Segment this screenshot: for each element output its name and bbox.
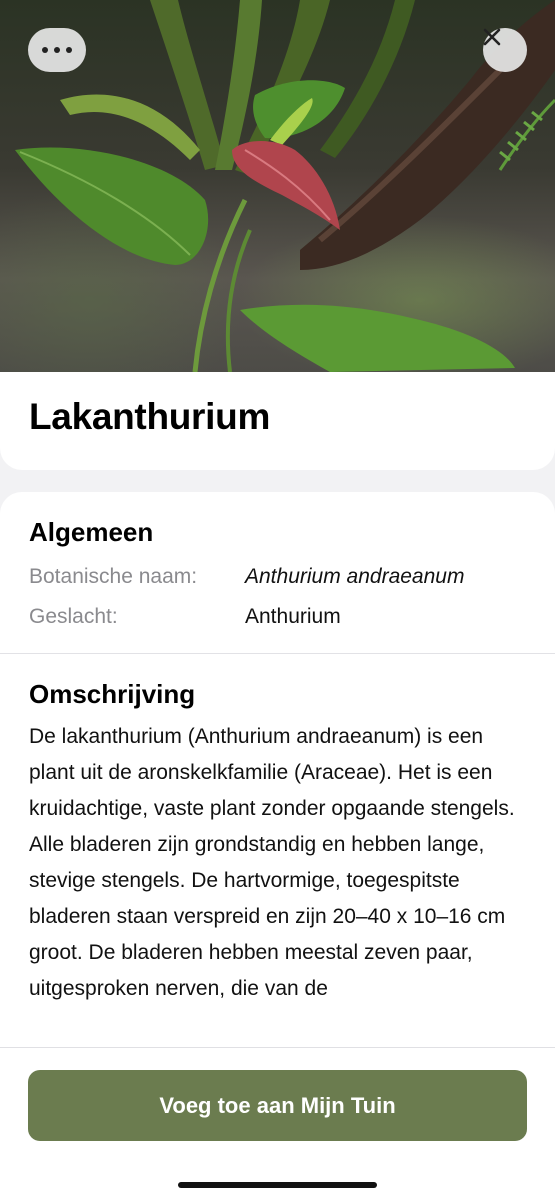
title-card: Lakanthurium — [0, 372, 555, 470]
bottom-bar: Voeg toe aan Mijn Tuin — [0, 1047, 555, 1201]
close-icon — [483, 28, 501, 46]
botanical-name-value: Anthurium andraeanum — [245, 565, 465, 588]
add-to-my-garden-button[interactable]: Voeg toe aan Mijn Tuin — [28, 1070, 527, 1141]
more-options-button[interactable] — [28, 28, 86, 72]
description-text: De lakanthurium (Anthurium andraeanum) i… — [29, 725, 515, 1000]
info-card: Algemeen Botanische naam: Anthurium andr… — [0, 492, 555, 1052]
genus-label: Geslacht: — [29, 605, 118, 628]
section-divider — [0, 653, 555, 654]
genus-value: Anthurium — [245, 605, 341, 628]
plant-photo — [0, 0, 555, 372]
ellipsis-icon — [42, 47, 72, 53]
plant-name: Lakanthurium — [29, 396, 271, 437]
general-heading: Algemeen — [29, 517, 154, 547]
close-button[interactable] — [483, 28, 527, 72]
home-indicator — [178, 1182, 377, 1188]
botanical-name-label: Botanische naam: — [29, 565, 198, 588]
description-heading: Omschrijving — [29, 679, 196, 709]
